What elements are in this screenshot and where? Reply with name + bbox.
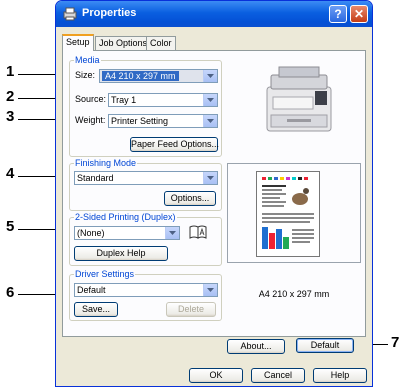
paper-feed-options-button[interactable]: Paper Feed Options... [130,137,219,152]
source-value: Tray 1 [111,95,137,105]
duplex-dropdown-button[interactable] [165,227,179,239]
driver-settings-group: Driver Settings Default Save... Delete [69,269,222,321]
size-dropdown-button[interactable] [203,70,217,82]
page-preview-image [256,171,320,257]
tab-setup[interactable]: Setup [62,34,94,51]
duplex-book-icon [189,225,207,239]
callout-4: 4 [6,165,15,182]
weight-value: Printer Setting [111,116,169,126]
driver-settings-value: Default [77,285,106,295]
help-title-button[interactable]: ? [329,5,347,23]
finishing-mode-value: Standard [77,173,114,183]
driver-settings-group-label: Driver Settings [74,269,136,279]
printer-image [266,66,332,132]
duplex-value: (None) [77,228,105,238]
close-button[interactable]: ✕ [350,5,368,23]
duplex-group-label: 2-Sided Printing (Duplex) [74,212,177,222]
chevron-down-icon [169,231,176,235]
chevron-down-icon [207,119,214,123]
duplex-help-button[interactable]: Duplex Help [74,246,168,261]
chevron-down-icon [207,176,214,180]
properties-window: Properties ? ✕ Setup Job Options Color M… [55,0,373,387]
ok-button[interactable]: OK [189,368,243,383]
delete-button: Delete [166,302,216,317]
size-label: Size: [75,70,96,80]
media-group-label: Media [74,55,101,65]
callout-6: 6 [6,284,15,301]
weight-label: Weight: [75,115,106,125]
about-button[interactable]: About... [227,339,285,354]
weight-select[interactable]: Printer Setting [108,114,218,128]
finishing-mode-group: Finishing Mode Standard Options... [69,158,222,211]
page-preview-caption: A4 210 x 297 mm [258,289,330,299]
finishing-mode-select[interactable]: Standard [74,171,218,185]
default-button[interactable]: Default [296,338,354,353]
title-bar[interactable]: Properties ? ✕ [56,1,372,27]
source-label: Source: [75,94,107,104]
size-select[interactable]: A4 210 x 297 mm [99,69,218,83]
weight-dropdown-button[interactable] [203,115,217,127]
size-value: A4 210 x 297 mm [102,71,179,81]
save-button[interactable]: Save... [74,302,118,317]
chevron-down-icon [207,74,214,78]
finishing-dropdown-button[interactable] [203,172,217,184]
source-select[interactable]: Tray 1 [108,93,218,107]
duplex-group: 2-Sided Printing (Duplex) (None) Duplex … [69,212,222,266]
callout-5: 5 [6,218,15,235]
callout-3: 3 [6,108,15,125]
tab-color[interactable]: Color [146,36,176,50]
cancel-button[interactable]: Cancel [251,368,305,383]
callout-1: 1 [6,63,15,80]
setup-panel: Media Size: A4 210 x 297 mm Source: Tray… [62,50,366,354]
chevron-down-icon [207,98,214,102]
help-button[interactable]: Help [313,368,367,383]
callout-7: 7 [391,334,400,351]
finishing-options-button[interactable]: Options... [164,191,216,206]
driver-dropdown-button[interactable] [203,284,217,296]
duplex-select[interactable]: (None) [74,226,180,240]
tab-job-options[interactable]: Job Options [95,36,152,50]
callout-2: 2 [6,88,15,105]
source-dropdown-button[interactable] [203,94,217,106]
driver-settings-select[interactable]: Default [74,283,218,297]
printer-icon [63,7,77,21]
chevron-down-icon [207,288,214,292]
window-title: Properties [82,7,137,19]
finishing-mode-group-label: Finishing Mode [74,158,138,168]
media-group: Media Size: A4 210 x 297 mm Source: Tray… [69,55,222,157]
